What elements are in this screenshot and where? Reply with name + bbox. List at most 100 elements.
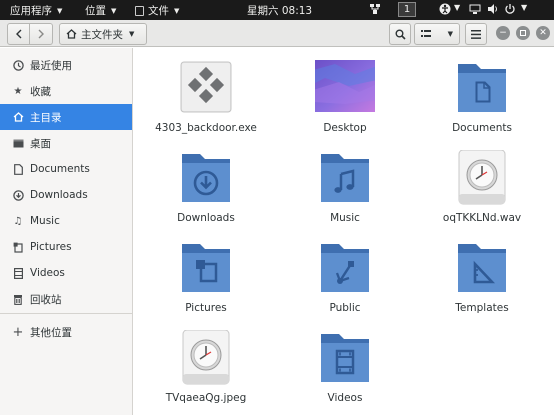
header-bar: 主文件夹 ▼ ▼ − ✕	[0, 20, 554, 47]
chevron-right-icon	[38, 29, 44, 39]
accessibility-icon[interactable]	[439, 3, 451, 15]
sidebar-item-label: 主目录	[30, 111, 62, 124]
files-menu[interactable]: 文件 ▼	[135, 3, 179, 18]
sidebar-item-label: 最近使用	[30, 59, 72, 72]
apps-menu[interactable]: 应用程序 ▼	[10, 3, 62, 18]
places-menu[interactable]: 位置 ▼	[85, 3, 116, 18]
maximize-button[interactable]	[516, 26, 530, 40]
sidebar-item-other-locations[interactable]: + 其他位置	[0, 319, 132, 345]
maximize-icon	[520, 30, 526, 36]
sidebar-item-trash[interactable]: 回收站	[0, 286, 132, 312]
file-name: Downloads	[177, 212, 235, 224]
file-grid: 4303_backdoor.exe Desktop Documents Down…	[134, 48, 554, 415]
file-item[interactable]: Public	[280, 240, 410, 330]
system-menu-arrow-icon[interactable]: ▼	[521, 3, 527, 12]
close-icon: ✕	[539, 28, 547, 38]
pictures-icon	[12, 242, 24, 253]
minimize-button[interactable]: −	[496, 26, 510, 40]
sidebar-item-music[interactable]: ♫ Music	[0, 208, 132, 234]
sidebar-separator	[0, 313, 132, 314]
sidebar-item-home[interactable]: 主目录	[0, 104, 132, 130]
chevron-down-icon: ▼	[174, 6, 180, 15]
power-icon[interactable]	[504, 3, 516, 15]
sidebar-item-videos[interactable]: Videos	[0, 260, 132, 286]
sidebar-item-label: 其他位置	[30, 326, 72, 339]
file-item[interactable]: Desktop	[280, 60, 410, 150]
back-button[interactable]	[7, 23, 30, 45]
chevron-down-icon: ▼	[129, 30, 135, 38]
file-name: oqTKKLNd.wav	[442, 212, 522, 224]
downloads-folder-icon	[182, 154, 230, 202]
sidebar-item-starred[interactable]: ★ 收藏	[0, 78, 132, 104]
view-options-button[interactable]: ▼	[414, 23, 460, 45]
sidebar-item-label: 回收站	[30, 293, 62, 306]
file-name: Pictures	[185, 302, 227, 314]
file-name: 4303_backdoor.exe	[155, 122, 257, 134]
navigation-buttons	[7, 23, 53, 45]
file-item[interactable]: Downloads	[141, 150, 271, 240]
plus-icon: +	[12, 324, 24, 340]
clock[interactable]: 星期六 08:13	[247, 3, 312, 18]
workspace-indicator[interactable]: 1	[398, 2, 416, 17]
sidebar-item-documents[interactable]: Documents	[0, 156, 132, 182]
file-name: Templates	[455, 302, 509, 314]
path-bar-home-button[interactable]: 主文件夹 ▼	[59, 23, 147, 45]
file-item[interactable]: 4303_backdoor.exe	[141, 60, 271, 150]
document-icon	[12, 163, 24, 175]
star-icon: ★	[13, 85, 23, 97]
home-icon	[12, 112, 24, 122]
sidebar-item-label: 桌面	[30, 137, 51, 150]
sidebar-item-label: Documents	[30, 163, 90, 175]
file-item[interactable]: TVqaeaQg.jpeg	[141, 330, 271, 415]
file-item[interactable]: Videos	[280, 330, 410, 415]
forward-button[interactable]	[30, 23, 53, 45]
chevron-left-icon	[15, 29, 21, 39]
apps-menu-label: 应用程序	[10, 5, 52, 17]
close-button[interactable]: ✕	[536, 26, 550, 40]
videos-folder-icon	[321, 334, 369, 382]
file-name: Videos	[327, 392, 363, 404]
file-item[interactable]: Pictures	[141, 240, 271, 330]
file-name: Desktop	[323, 122, 367, 134]
network-icon[interactable]	[369, 3, 381, 15]
file-item[interactable]: Templates	[417, 240, 547, 330]
sidebar-item-recent[interactable]: 最近使用	[0, 52, 132, 78]
file-name: Music	[330, 212, 360, 224]
videos-icon	[12, 267, 24, 279]
file-item[interactable]: oqTKKLNd.wav	[417, 150, 547, 240]
chevron-down-icon: ▼	[447, 30, 453, 38]
accessibility-arrow-icon: ▼	[454, 3, 461, 12]
sidebar-item-label: Videos	[30, 267, 65, 279]
file-item[interactable]: Music	[280, 150, 410, 240]
chevron-down-icon: ▼	[111, 6, 117, 15]
file-name: Documents	[452, 122, 512, 134]
file-item[interactable]: Documents	[417, 60, 547, 150]
hamburger-icon	[471, 29, 481, 39]
sidebar-item-desktop[interactable]: 桌面	[0, 130, 132, 156]
search-icon	[395, 29, 406, 40]
download-icon	[12, 189, 24, 201]
menu-button[interactable]	[465, 23, 487, 45]
unknown-file-icon	[182, 330, 230, 385]
sidebar-item-downloads[interactable]: Downloads	[0, 182, 132, 208]
path-bar-label: 主文件夹	[81, 28, 123, 41]
chevron-down-icon: ▼	[57, 6, 63, 15]
network-wired-icon[interactable]	[469, 3, 481, 15]
list-view-icon	[421, 30, 431, 37]
file-name: TVqaeaQg.jpeg	[165, 392, 247, 404]
music-folder-icon	[321, 154, 369, 202]
clock-icon	[12, 59, 24, 71]
files-menu-label: 文件	[148, 5, 169, 17]
executable-icon	[180, 61, 232, 113]
trash-icon	[12, 294, 24, 305]
sidebar: 最近使用 ★ 收藏 主目录 桌面 Documents Downloads ♫ M…	[0, 48, 133, 415]
search-button[interactable]	[389, 23, 411, 45]
desktop-icon	[12, 139, 24, 148]
sidebar-item-pictures[interactable]: Pictures	[0, 234, 132, 260]
minimize-icon: −	[499, 28, 507, 38]
top-panel: 应用程序 ▼ 位置 ▼ 文件 ▼ 星期六 08:13 1 ▼ ▼	[0, 0, 554, 20]
pictures-folder-icon	[182, 244, 230, 292]
sidebar-item-label: 收藏	[30, 85, 51, 98]
desktop-folder-icon	[315, 60, 375, 112]
volume-icon[interactable]	[487, 3, 499, 15]
